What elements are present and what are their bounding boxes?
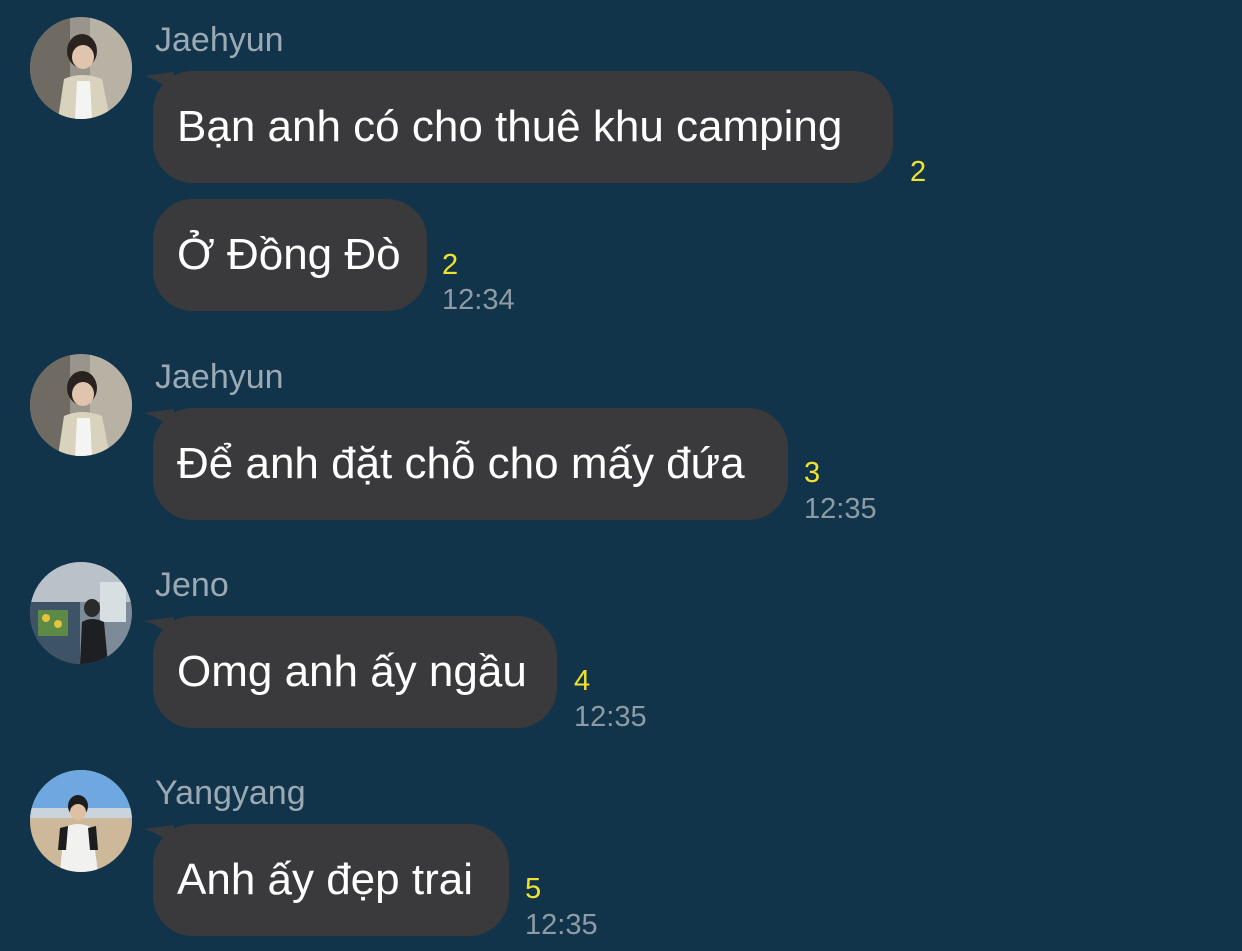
message-timestamp: 12:35 — [574, 701, 647, 733]
message-timestamp: 12:34 — [442, 284, 515, 316]
sender-name: Jaehyun — [155, 21, 284, 59]
unread-count: 3 — [804, 457, 821, 489]
message-bubble[interactable]: Để anh đặt chỗ cho mấy đứa — [153, 408, 788, 520]
sender-name: Jeno — [155, 566, 229, 604]
sender-name: Jaehyun — [155, 358, 284, 396]
message-bubble[interactable]: Anh ấy đẹp trai — [153, 824, 509, 936]
unread-count: 2 — [442, 249, 459, 281]
message-bubble[interactable]: Ở Đồng Đò — [153, 199, 427, 311]
message-text: Bạn anh có cho thuê khu camping — [177, 102, 843, 151]
message-timestamp: 12:35 — [804, 493, 877, 525]
message-bubble[interactable]: Omg anh ấy ngầu — [153, 616, 557, 728]
message-text: Ở Đồng Đò — [177, 230, 401, 279]
sender-name: Yangyang — [155, 774, 306, 812]
message-text: Để anh đặt chỗ cho mấy đứa — [177, 439, 745, 488]
unread-count: 4 — [574, 665, 591, 697]
message-bubble[interactable]: Bạn anh có cho thuê khu camping — [153, 71, 893, 183]
message-text: Anh ấy đẹp trai — [177, 855, 473, 904]
avatar-jaehyun[interactable] — [30, 354, 132, 456]
avatar-jaehyun[interactable] — [30, 17, 132, 119]
message-text: Omg anh ấy ngầu — [177, 647, 527, 696]
avatar-yangyang[interactable] — [30, 770, 132, 872]
avatar-jeno[interactable] — [30, 562, 132, 664]
message-timestamp: 12:35 — [525, 909, 598, 941]
unread-count: 2 — [910, 156, 927, 188]
unread-count: 5 — [525, 873, 542, 905]
